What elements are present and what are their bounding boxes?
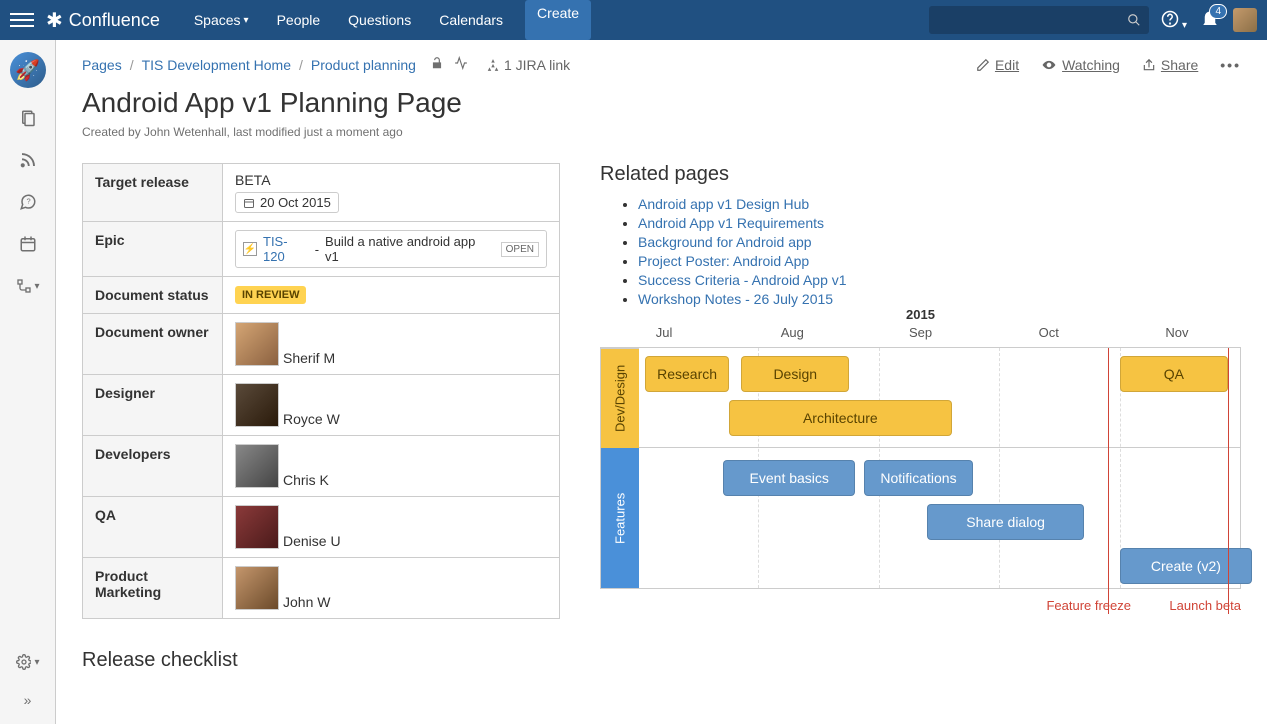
calendars-icon[interactable] — [16, 232, 40, 256]
roadmap-bar[interactable]: Notifications — [864, 460, 972, 496]
table-row: Target release BETA 20 Oct 2015 — [83, 164, 560, 222]
space-sidebar: 🚀 ? ▾ ▾ » — [0, 40, 56, 724]
notification-badge: 4 — [1209, 4, 1227, 19]
restrictions-icon[interactable] — [430, 56, 444, 73]
page-byline: Created by John Wetenhall, last modified… — [82, 125, 1241, 139]
chevron-down-icon: ▾ — [1182, 20, 1187, 31]
table-row: Epic ⚡ TIS-120 - Build a native android … — [83, 222, 560, 277]
page-title: Android App v1 Planning Page — [82, 87, 1241, 119]
release-checklist-heading: Release checklist — [82, 649, 1241, 672]
list-item: Android App v1 Requirements — [638, 215, 1241, 231]
roadmap-bar[interactable]: Research — [645, 356, 729, 392]
related-pages-list: Android app v1 Design Hub Android App v1… — [600, 196, 1241, 307]
avatar[interactable] — [235, 322, 279, 366]
info-table: Target release BETA 20 Oct 2015 Epic — [82, 163, 560, 619]
confluence-icon: ✱ — [46, 8, 63, 33]
jira-icon — [486, 58, 500, 72]
pages-icon[interactable] — [16, 106, 40, 130]
jira-issue-icon: ⚡ — [243, 242, 257, 256]
table-row: Document owner Sherif M — [83, 314, 560, 375]
roadmap-bar[interactable]: Share dialog — [927, 504, 1083, 540]
breadcrumb-item[interactable]: TIS Development Home — [142, 57, 291, 73]
table-row: Product Marketing John W — [83, 558, 560, 619]
activity-icon[interactable] — [454, 56, 468, 73]
help-icon[interactable]: ▾ — [1161, 10, 1187, 31]
page-content: Pages / TIS Development Home / Product p… — [56, 40, 1267, 724]
roadmap-months: Jul Aug Sep Oct Nov — [600, 325, 1241, 340]
marker-line — [1228, 348, 1229, 614]
roadmap-bar[interactable]: Event basics — [723, 460, 855, 496]
page-tree-icon[interactable]: ▾ — [16, 274, 40, 298]
status-lozenge: IN REVIEW — [235, 286, 306, 304]
svg-text:?: ? — [26, 197, 30, 206]
related-pages-heading: Related pages — [600, 163, 1241, 186]
epic-status: OPEN — [501, 242, 539, 257]
person-name[interactable]: Chris K — [283, 472, 329, 488]
breadcrumb-root[interactable]: Pages — [82, 57, 122, 73]
calendar-icon — [243, 197, 255, 209]
avatar[interactable] — [235, 505, 279, 549]
jira-links[interactable]: 1 JIRA link — [486, 57, 570, 73]
avatar[interactable] — [235, 383, 279, 427]
marker-launch-beta: Launch beta — [1169, 598, 1241, 613]
person-name[interactable]: Sherif M — [283, 350, 335, 366]
person-name[interactable]: Denise U — [283, 533, 341, 549]
table-row: Developers Chris K — [83, 436, 560, 497]
global-nav: ✱ Confluence Spaces▾ People Questions Ca… — [0, 0, 1267, 40]
expand-sidebar-icon[interactable]: » — [16, 688, 40, 712]
marker-feature-freeze: Feature freeze — [1046, 598, 1131, 613]
roadmap-bar[interactable]: Create (v2) — [1120, 548, 1252, 584]
roadmap-bar[interactable]: Architecture — [729, 400, 951, 436]
nav-people[interactable]: People — [263, 0, 335, 40]
chevron-down-icon: ▾ — [244, 15, 249, 26]
user-avatar[interactable] — [1233, 8, 1257, 32]
marker-line — [1108, 348, 1109, 614]
nav-calendars[interactable]: Calendars — [425, 0, 517, 40]
breadcrumb-item[interactable]: Product planning — [311, 57, 416, 73]
list-item: Project Poster: Android App — [638, 253, 1241, 269]
target-release-value: BETA — [235, 172, 547, 188]
list-item: Android app v1 Design Hub — [638, 196, 1241, 212]
epic-link[interactable]: ⚡ TIS-120 - Build a native android app v… — [235, 230, 547, 268]
search-input[interactable] — [929, 6, 1149, 34]
roadmap-bar[interactable]: QA — [1120, 356, 1228, 392]
product-name: Confluence — [69, 10, 160, 31]
lane-label-dev: Dev/Design — [601, 348, 639, 448]
roadmap-year: 2015 — [600, 307, 1241, 322]
list-item: Workshop Notes - 26 July 2015 — [638, 291, 1241, 307]
questions-icon[interactable]: ? — [16, 190, 40, 214]
notifications-icon[interactable]: 4 — [1201, 10, 1219, 31]
avatar[interactable] — [235, 444, 279, 488]
more-actions-icon[interactable]: ••• — [1220, 57, 1241, 73]
confluence-logo[interactable]: ✱ Confluence — [46, 8, 160, 33]
person-name[interactable]: Royce W — [283, 411, 340, 427]
list-item: Background for Android app — [638, 234, 1241, 250]
nav-links: Spaces▾ People Questions Calendars Creat… — [180, 0, 591, 40]
search-icon — [1127, 13, 1141, 27]
nav-spaces[interactable]: Spaces▾ — [180, 0, 263, 40]
roadmap: 2015 Jul Aug Sep Oct Nov Dev/Design Feat… — [600, 347, 1241, 589]
breadcrumb: Pages / TIS Development Home / Product p… — [82, 56, 1241, 73]
person-name[interactable]: John W — [283, 594, 330, 610]
create-button[interactable]: Create — [525, 0, 591, 40]
edit-button[interactable]: Edit — [976, 57, 1019, 73]
space-settings-icon[interactable]: ▾ — [16, 650, 40, 674]
table-row: Designer Royce W — [83, 375, 560, 436]
roadmap-bar[interactable]: Design — [741, 356, 849, 392]
blog-icon[interactable] — [16, 148, 40, 172]
avatar[interactable] — [235, 566, 279, 610]
lane-label-features: Features — [601, 448, 639, 588]
space-logo[interactable]: 🚀 — [10, 52, 46, 88]
watch-button[interactable]: Watching — [1041, 57, 1120, 73]
list-item: Success Criteria - Android App v1 — [638, 272, 1241, 288]
date-chip[interactable]: 20 Oct 2015 — [235, 192, 339, 213]
table-row: Document status IN REVIEW — [83, 277, 560, 314]
share-button[interactable]: Share — [1142, 57, 1198, 73]
app-switcher-icon[interactable] — [10, 8, 34, 32]
nav-questions[interactable]: Questions — [334, 0, 425, 40]
table-row: QA Denise U — [83, 497, 560, 558]
